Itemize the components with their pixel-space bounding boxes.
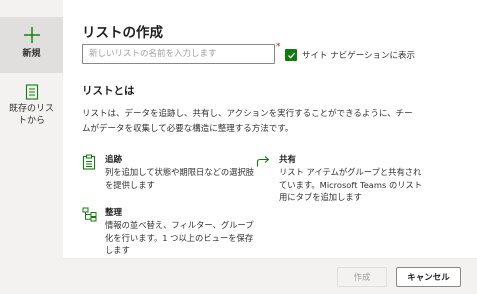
checkbox[interactable] — [285, 49, 297, 61]
plus-icon — [23, 27, 40, 43]
about-description: リストは、データを追跡し、共有し、アクションを実行することができるように、チーム… — [82, 109, 413, 134]
sidebar: 新規 既存のリストから — [0, 0, 63, 294]
cancel-button[interactable]: キャンセル — [396, 267, 461, 287]
main-panel: リストの作成 * サイト ナビゲーションに表示 リストとは リストは、データを追… — [63, 0, 477, 294]
show-in-navigation-checkbox[interactable]: サイト ナビゲーションに表示 — [285, 49, 415, 61]
clipboard-list-icon — [82, 154, 96, 170]
feature-organize: 整理 情報の並べ替え、フィルター、グループ化を行います。1 つ以上のビューを保存… — [82, 206, 257, 256]
organize-icon — [82, 207, 97, 222]
feature-description: リスト アイテムがグループと共有されています。Microsoft Teams の… — [279, 167, 423, 202]
feature-share: 共有 リスト アイテムがグループと共有されています。Microsoft Team… — [256, 153, 426, 203]
feature-title: 追跡 — [105, 155, 123, 165]
feature-title: 共有 — [279, 155, 297, 165]
feature-description: 列を追加して状態や期限日などの選択肢を提供します — [105, 167, 255, 190]
sidebar-item-label: 既存のリストから — [8, 104, 54, 126]
required-marker: * — [276, 42, 281, 52]
checkbox-label: サイト ナビゲーションに表示 — [302, 51, 416, 61]
feature-title: 整理 — [105, 208, 123, 218]
dialog-footer: 作成 キャンセル — [63, 258, 477, 294]
create-list-dialog: 新規 既存のリストから リストの作成 * サイト ナビゲーションに表示 リストと — [0, 0, 477, 294]
document-list-icon — [25, 84, 38, 100]
create-button[interactable]: 作成 — [337, 267, 387, 287]
about-title: リストとは — [82, 85, 135, 97]
feature-description: 情報の並べ替え、フィルター、グループ化を行います。1 つ以上のビューを保存します — [105, 220, 254, 255]
sidebar-item-new[interactable]: 新規 — [0, 17, 63, 73]
list-name-input[interactable] — [82, 44, 275, 64]
sidebar-item-label: 新規 — [22, 49, 41, 59]
page-title: リストの作成 — [82, 25, 163, 41]
checkmark-icon — [287, 52, 295, 59]
feature-track: 追跡 列を追加して状態や期限日などの選択肢を提供します — [82, 153, 257, 193]
share-icon — [256, 156, 270, 167]
sidebar-item-from-existing[interactable]: 既存のリストから — [0, 78, 63, 138]
